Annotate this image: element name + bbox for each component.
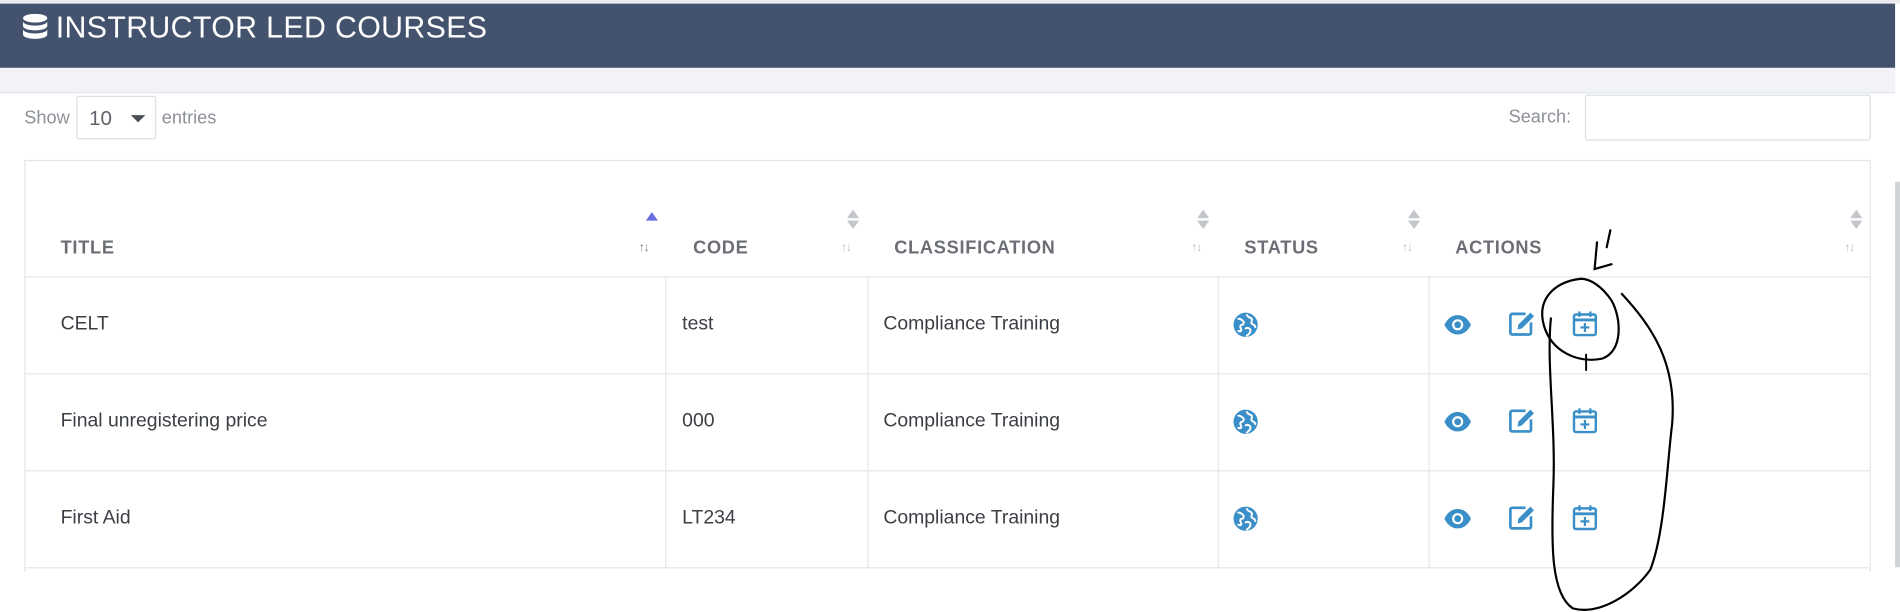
- calendar-add-icon[interactable]: [1570, 309, 1599, 338]
- column-divider: [1428, 373, 1430, 471]
- edit-pencil-icon[interactable]: [1507, 503, 1536, 532]
- code-cell: 000: [682, 410, 715, 432]
- column-divider: [665, 470, 667, 568]
- sort-arrows-icon: ↑↓: [840, 241, 852, 255]
- column-divider: [665, 276, 667, 374]
- courses-table: TITLE ↑↓ CODE ↑↓ CLASSIFICATION ↑↓ STATU…: [24, 159, 1871, 573]
- column-header-classification[interactable]: CLASSIFICATION ↑↓: [868, 161, 1218, 276]
- column-label: TITLE: [60, 237, 115, 259]
- search-input[interactable]: [1584, 94, 1871, 141]
- calendar-add-icon[interactable]: [1570, 406, 1599, 435]
- table-header: TITLE ↑↓ CODE ↑↓ CLASSIFICATION ↑↓ STATU…: [25, 161, 1870, 278]
- sort-arrows-icon: ↑↓: [1191, 241, 1202, 255]
- column-header-code[interactable]: CODE ↑↓: [665, 161, 867, 276]
- view-eye-icon[interactable]: [1443, 504, 1472, 533]
- entries-select[interactable]: 10: [75, 95, 156, 140]
- column-divider: [867, 373, 869, 471]
- classification-cell: Compliance Training: [883, 313, 1061, 335]
- scrollbar[interactable]: [1895, 181, 1900, 568]
- sort-arrows-icon: ↑↓: [638, 241, 650, 255]
- globe-icon: [1233, 506, 1258, 531]
- code-cell: LT234: [682, 507, 736, 529]
- column-divider: [665, 373, 667, 471]
- column-divider: [1217, 470, 1219, 568]
- sort-both-icon: [1850, 209, 1863, 230]
- sort-arrows-icon: ↑↓: [1401, 241, 1413, 255]
- title-cell: Final unregistering price: [60, 410, 268, 432]
- show-label: Show: [24, 107, 70, 128]
- page-header: INSTRUCTOR LED COURSES: [0, 3, 1896, 68]
- column-divider: [867, 470, 869, 568]
- view-eye-icon[interactable]: [1443, 407, 1472, 436]
- entries-label: entries: [161, 107, 217, 128]
- sort-ascending-icon: [645, 212, 658, 221]
- column-header-status[interactable]: STATUS ↑↓: [1218, 161, 1429, 276]
- sort-both-icon: [1197, 209, 1210, 230]
- sort-arrows-icon: ↑↓: [1844, 241, 1855, 255]
- column-header-actions[interactable]: ACTIONS ↑↓: [1429, 161, 1870, 276]
- calendar-add-icon[interactable]: [1570, 503, 1599, 532]
- classification-cell: Compliance Training: [883, 410, 1061, 432]
- globe-icon: [1233, 409, 1258, 434]
- column-divider: [1428, 276, 1430, 374]
- table-row: Final unregistering price 000 Compliance…: [25, 373, 1870, 472]
- header-subband: [0, 67, 1896, 94]
- entries-select-value: 10: [89, 106, 113, 130]
- column-divider: [1217, 276, 1219, 374]
- length-control: Show 10 entries: [24, 95, 216, 141]
- classification-cell: Compliance Training: [883, 507, 1061, 529]
- page-title: INSTRUCTOR LED COURSES: [55, 10, 488, 45]
- column-divider: [1217, 373, 1219, 471]
- globe-icon: [1233, 312, 1258, 337]
- title-cell: First Aid: [60, 507, 131, 529]
- search-label: Search:: [1508, 106, 1572, 128]
- table-row: First Aid LT234 Compliance Training: [25, 470, 1870, 569]
- column-header-title[interactable]: TITLE ↑↓: [25, 161, 665, 276]
- column-divider: [1428, 470, 1430, 568]
- sort-both-icon: [846, 209, 860, 230]
- edit-pencil-icon[interactable]: [1507, 406, 1536, 435]
- column-label: ACTIONS: [1455, 237, 1543, 259]
- sort-both-icon: [1407, 209, 1421, 230]
- code-cell: test: [682, 313, 714, 335]
- title-cell: CELT: [60, 313, 109, 335]
- chevron-down-icon: [130, 115, 145, 123]
- view-eye-icon[interactable]: [1443, 310, 1472, 339]
- database-icon: [23, 13, 48, 39]
- column-label: CODE: [693, 237, 749, 259]
- column-label: CLASSIFICATION: [894, 237, 1056, 259]
- table-row: CELT test Compliance Training: [25, 276, 1870, 375]
- column-label: STATUS: [1244, 237, 1319, 259]
- column-divider: [867, 276, 869, 374]
- edit-pencil-icon[interactable]: [1507, 309, 1536, 338]
